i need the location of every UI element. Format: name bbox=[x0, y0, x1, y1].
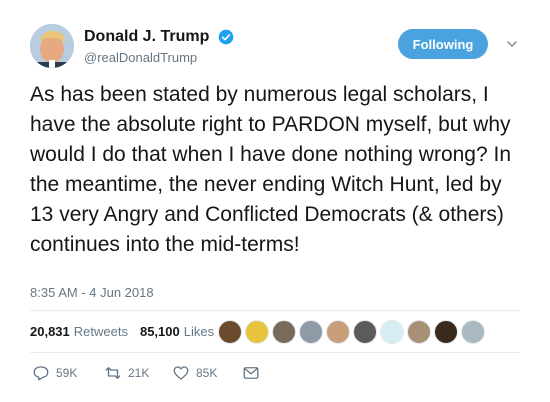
liker-avatar[interactable] bbox=[407, 320, 431, 344]
like-count: 85K bbox=[196, 365, 218, 380]
tweet-header: Donald J. Trump @realDonaldTrump Followi… bbox=[30, 20, 530, 70]
avatar-image-icon bbox=[30, 24, 74, 68]
following-button[interactable]: Following bbox=[398, 29, 488, 59]
likes-count[interactable]: 85,100 bbox=[140, 324, 180, 339]
tweet-text: As has been stated by numerous legal sch… bbox=[30, 83, 512, 256]
reply-button[interactable]: 59K bbox=[32, 362, 77, 382]
liker-avatars bbox=[218, 320, 488, 344]
liker-avatar[interactable] bbox=[218, 320, 242, 344]
reply-icon bbox=[33, 366, 49, 381]
liker-avatar[interactable] bbox=[353, 320, 377, 344]
verified-badge-icon bbox=[218, 29, 234, 45]
likes-label[interactable]: Likes bbox=[184, 324, 214, 339]
liker-avatar[interactable] bbox=[272, 320, 296, 344]
divider-bottom bbox=[30, 352, 520, 353]
retweet-button[interactable]: 21K bbox=[104, 362, 149, 382]
retweets-count[interactable]: 20,831 bbox=[30, 324, 70, 339]
tweet-timestamp[interactable]: 8:35 AM - 4 Jun 2018 bbox=[30, 285, 154, 300]
chevron-down-icon[interactable] bbox=[506, 38, 518, 50]
liker-avatar[interactable] bbox=[434, 320, 458, 344]
like-button[interactable]: 85K bbox=[172, 362, 217, 382]
reply-count: 59K bbox=[56, 365, 78, 380]
user-handle[interactable]: @realDonaldTrump bbox=[84, 50, 234, 65]
liker-avatar[interactable] bbox=[380, 320, 404, 344]
liker-avatar[interactable] bbox=[245, 320, 269, 344]
tweet-stats: 20,831 Retweets 85,100 Likes bbox=[30, 320, 226, 344]
message-icon bbox=[243, 366, 259, 379]
liker-avatar[interactable] bbox=[299, 320, 323, 344]
user-info: Donald J. Trump @realDonaldTrump bbox=[84, 28, 234, 65]
liker-avatar[interactable] bbox=[326, 320, 350, 344]
divider-top bbox=[30, 310, 520, 311]
like-icon bbox=[173, 366, 189, 380]
liker-avatar-default[interactable] bbox=[461, 320, 485, 344]
display-name[interactable]: Donald J. Trump bbox=[84, 28, 209, 46]
tweet-card: Donald J. Trump @realDonaldTrump Followi… bbox=[0, 0, 550, 402]
retweet-count: 21K bbox=[128, 365, 150, 380]
retweet-icon bbox=[105, 366, 121, 379]
retweets-label[interactable]: Retweets bbox=[74, 324, 128, 339]
avatar[interactable] bbox=[30, 24, 74, 68]
direct-message-button[interactable] bbox=[242, 362, 260, 382]
